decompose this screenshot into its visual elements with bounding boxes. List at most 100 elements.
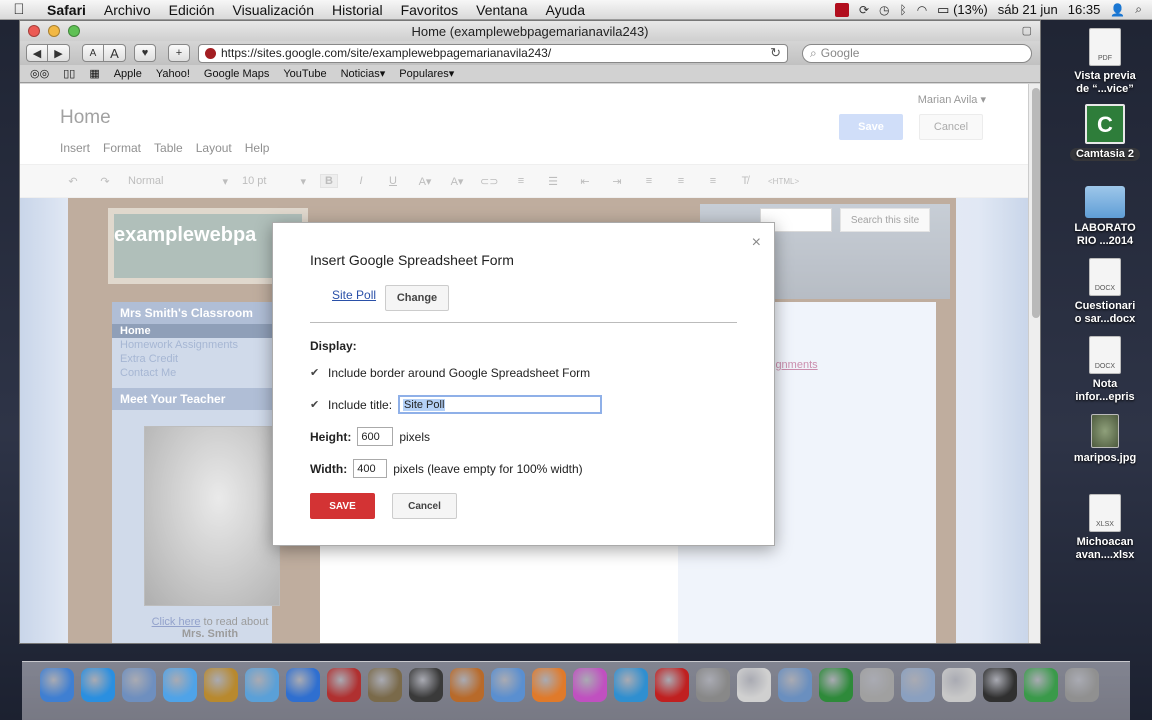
close-icon[interactable]: × [752,234,761,252]
dock-app-icon[interactable] [163,668,197,702]
title-option-label: Include title: [328,397,393,412]
zoom-window-button[interactable] [68,25,80,37]
search-field[interactable]: ⌕ Google [802,43,1032,63]
width-input[interactable]: 400 [353,459,388,478]
close-window-button[interactable] [28,25,40,37]
text-larger-button[interactable]: A [104,44,126,62]
site-favicon-icon [205,47,216,59]
desktop-icon-maripos[interactable]: maripos.jpg [1060,414,1150,465]
dock-app-icon[interactable] [655,668,689,702]
status-menus: ⟳ ◷ ᛒ ◠ ▭ (13%) sáb 21 jun 16:35 👤 ⌕ [834,2,1152,18]
folder-icon [1085,186,1125,218]
menu-archivo[interactable]: Archivo [95,2,160,18]
dock-app-icon[interactable] [573,668,607,702]
desktop-icon-nota[interactable]: DOCX Nota infor...epris [1060,336,1150,404]
text-size-buttons: A A [82,44,126,62]
forward-button[interactable]: ▶ [48,44,70,62]
wifi-icon[interactable]: ◠ [917,3,927,17]
menu-visualizacion[interactable]: Visualización [224,2,323,18]
scrollbar-thumb[interactable] [1032,88,1040,318]
bookmark-apple[interactable]: Apple [114,68,142,80]
dock-app-icon[interactable] [983,668,1017,702]
sync-icon[interactable]: ⟳ [859,3,869,17]
dock-app-icon[interactable] [40,668,74,702]
desktop-icon-laboratorio[interactable]: LABORATO RIO ...2014 [1060,186,1150,248]
menu-ventana[interactable]: Ventana [467,2,536,18]
menu-favoritos[interactable]: Favoritos [392,2,468,18]
dock-app-icon[interactable] [819,668,853,702]
top-sites-grid-icon[interactable]: ▦ [89,67,99,80]
dock-app-icon[interactable] [450,668,484,702]
window-controls [28,25,80,37]
dock-app-icon[interactable] [286,668,320,702]
dock-app-icon[interactable] [1024,668,1058,702]
menu-edicion[interactable]: Edición [160,2,224,18]
docx-file-icon: DOCX [1089,258,1121,296]
bookmark-populares[interactable]: Populares▾ [399,67,454,80]
selected-form-link[interactable]: Site Poll [332,288,376,302]
reading-list-icon[interactable]: ◎◎ [30,67,49,80]
dock-app-icon[interactable] [532,668,566,702]
dock-app-icon[interactable] [860,668,894,702]
insert-form-dialog: Insert Google Spreadsheet Form × Site Po… [272,222,775,546]
apple-menu-icon[interactable]:  [0,1,38,18]
desktop-icon-camtasia[interactable]: C Camtasia 2 [1060,104,1150,161]
dialog-divider [310,322,737,323]
reading-list-heart-button[interactable]: ♥ [134,44,156,62]
dock-app-icon[interactable] [1065,668,1099,702]
desktop-icon-cuestionario[interactable]: DOCX Cuestionari o sar...docx [1060,258,1150,326]
bluetooth-icon[interactable]: ᛒ [899,3,906,17]
title-input[interactable]: Site Poll [398,395,603,414]
border-option-label: Include border around Google Spreadsheet… [328,366,591,380]
back-button[interactable]: ◀ [26,44,48,62]
height-input[interactable]: 600 [357,427,394,446]
address-bar[interactable]: https://sites.google.com/site/exampleweb… [198,43,788,63]
change-form-button[interactable]: Change [385,285,449,311]
time-machine-icon[interactable]: ◷ [879,3,889,17]
dock-app-icon[interactable] [368,668,402,702]
user-icon[interactable]: 👤 [1110,3,1125,17]
desktop-icon-michoacan[interactable]: XLSX Michoacan avan....xlsx [1060,494,1150,562]
cancel-button[interactable]: Cancel [392,493,457,519]
dock-app-icon[interactable] [245,668,279,702]
recording-icon[interactable] [834,2,849,17]
menu-historial[interactable]: Historial [323,2,392,18]
dialog-title: Insert Google Spreadsheet Form [310,252,514,268]
add-bookmark-button[interactable]: + [168,44,190,62]
bookmark-google-maps[interactable]: Google Maps [204,68,269,80]
text-smaller-button[interactable]: A [82,44,104,62]
dock-app-icon[interactable] [778,668,812,702]
width-option: Width: 400 pixels (leave empty for 100% … [310,459,583,478]
clock[interactable]: 16:35 [1068,2,1101,17]
window-titlebar: Home (examplewebpagemarianavila243) ▢ [20,21,1040,41]
dock-app-icon[interactable] [737,668,771,702]
desktop-icon-vista-previa[interactable]: PDF Vista previa de “...vice” [1060,28,1150,96]
dock-app-icon[interactable] [614,668,648,702]
lock-icon: ▢ [1021,25,1032,37]
dock-app-icon[interactable] [696,668,730,702]
bookmark-youtube[interactable]: YouTube [283,68,326,80]
dock-app-icon[interactable] [81,668,115,702]
dock-app-icon[interactable] [409,668,443,702]
minimize-window-button[interactable] [48,25,60,37]
battery-status[interactable]: ▭ (13%) [937,2,988,18]
border-checkbox[interactable]: ✔ [310,367,322,379]
date[interactable]: sáb 21 jun [998,2,1058,17]
title-checkbox[interactable]: ✔ [310,399,322,411]
menu-ayuda[interactable]: Ayuda [537,2,594,18]
dock-app-icon[interactable] [901,668,935,702]
dock-app-icon[interactable] [491,668,525,702]
bookmark-yahoo[interactable]: Yahoo! [156,68,190,80]
dock-app-icon[interactable] [122,668,156,702]
save-button[interactable]: SAVE [310,493,375,519]
page-scrollbar[interactable] [1028,84,1040,643]
reload-icon[interactable]: ↻ [770,45,781,61]
dock-app-icon[interactable] [942,668,976,702]
bookmark-noticias[interactable]: Noticias▾ [341,67,386,80]
dock-app-icon[interactable] [204,668,238,702]
menu-safari[interactable]: Safari [38,2,95,18]
spotlight-search-icon[interactable]: ⌕ [1135,2,1142,17]
bookmarks-book-icon[interactable]: ▯▯ [63,67,75,80]
window-title: Home (examplewebpagemarianavila243) [411,23,649,39]
dock-app-icon[interactable] [327,668,361,702]
